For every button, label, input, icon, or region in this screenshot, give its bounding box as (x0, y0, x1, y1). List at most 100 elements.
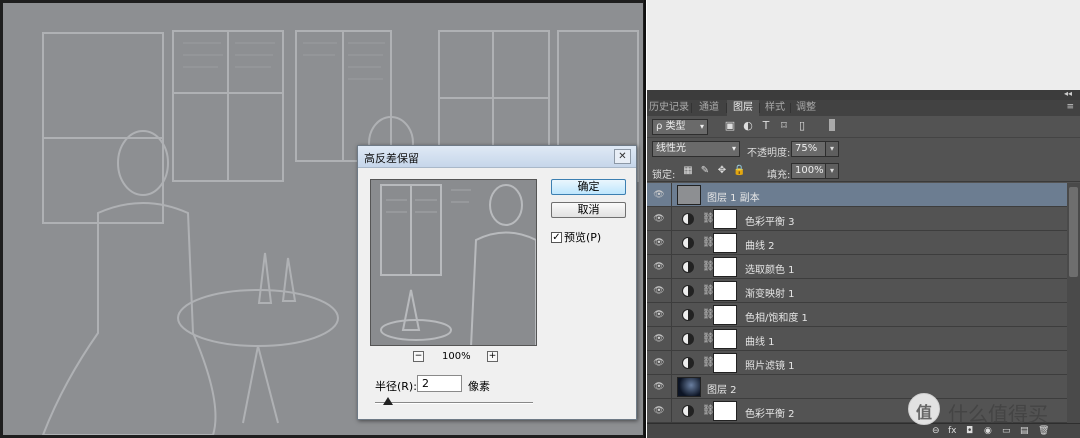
layer-row[interactable]: 👁 ⛓ 选取颜色 1 (647, 255, 1067, 279)
layer-mask-thumbnail[interactable] (713, 401, 737, 421)
visibility-eye-icon[interactable]: 👁 (653, 381, 665, 393)
adjustment-layer-icon (682, 357, 694, 369)
radius-slider-thumb[interactable] (382, 397, 393, 405)
layer-name: 图层 1 副本 (707, 193, 760, 204)
layer-mask-thumbnail[interactable] (713, 257, 737, 277)
watermark-logo-icon: 值 (908, 393, 940, 425)
zoom-in-button[interactable]: + (487, 351, 498, 362)
type-filter-icon[interactable]: T (759, 119, 773, 133)
layer-row[interactable]: 👁 ⛓ 色相/饱和度 1 (647, 303, 1067, 327)
panel-menu-icon[interactable]: ≡ (1066, 102, 1074, 112)
lock-all-icon[interactable]: 🔒 (733, 165, 745, 177)
pixel-filter-icon[interactable]: ▣ (723, 119, 737, 133)
cancel-button[interactable]: 取消 (551, 202, 626, 218)
radius-unit: 像素 (468, 380, 490, 393)
close-icon[interactable]: ✕ (614, 149, 631, 164)
layer-row[interactable]: 👁 ⛓ 照片滤镜 1 (647, 351, 1067, 375)
fill-slider-icon[interactable]: ▾ (825, 163, 839, 179)
chevron-down-icon: ▾ (699, 122, 704, 131)
zoom-out-button[interactable]: − (413, 351, 424, 362)
layer-thumbnail (677, 377, 701, 397)
tab-channels[interactable]: 通道 (692, 100, 726, 116)
add-mask-icon[interactable]: ◘ (966, 426, 973, 436)
chevron-down-icon: ▾ (731, 144, 736, 153)
layer-mask-thumbnail[interactable] (713, 281, 737, 301)
preview-edges (380, 184, 536, 345)
blend-mode-select[interactable]: 线性光 ▾ (652, 141, 740, 157)
dialog-titlebar[interactable]: 高反差保留 ✕ (358, 146, 636, 168)
filter-preview[interactable] (370, 179, 537, 346)
layer-name: 色相/饱和度 1 (745, 313, 808, 324)
checkbox-check-icon[interactable]: ✓ (551, 231, 562, 243)
filter-kind-label: ρ 类型 (656, 121, 686, 132)
layer-row[interactable]: 👁 ⛓ 色彩平衡 3 (647, 207, 1067, 231)
new-group-icon[interactable]: ▭ (1002, 426, 1011, 436)
trash-icon[interactable]: 🗑 (1038, 426, 1049, 436)
adjustment-layer-icon (682, 261, 694, 273)
tab-history[interactable]: 历史记录 (647, 100, 691, 116)
lock-position-icon[interactable]: ✥ (716, 165, 728, 177)
panel-tabs: 历史记录 通道 图层 样式 调整 ≡ (647, 100, 1080, 116)
panel-dock: ◂◂ 历史记录 通道 图层 样式 调整 ≡ ρ 类型 ▾ ▣ ◐ T ⌑ ▯ 线… (647, 89, 1080, 438)
tab-layers[interactable]: 图层 (727, 100, 759, 116)
visibility-eye-icon[interactable]: 👁 (653, 213, 665, 225)
layer-name: 选取颜色 1 (745, 265, 795, 276)
filter-toggle-icon[interactable] (829, 119, 835, 131)
visibility-eye-icon[interactable]: 👁 (653, 333, 665, 345)
lock-transparent-icon[interactable]: ▦ (682, 165, 694, 177)
visibility-eye-icon[interactable]: 👁 (653, 189, 665, 201)
adjustment-filter-icon[interactable]: ◐ (741, 119, 755, 133)
tab-adjustments[interactable]: 调整 (791, 100, 821, 116)
layer-mask-thumbnail[interactable] (713, 233, 737, 253)
preview-checkbox-label: 预览(P) (564, 231, 602, 244)
layer-row[interactable]: 👁 ⛓ 渐变映射 1 (647, 279, 1067, 303)
lock-image-icon[interactable]: ✎ (699, 165, 711, 177)
visibility-eye-icon[interactable]: 👁 (653, 405, 665, 417)
layer-name: 曲线 2 (745, 241, 775, 252)
scrollbar-thumb[interactable] (1069, 187, 1078, 277)
adjustment-layer-icon (682, 405, 694, 417)
layer-row[interactable]: 👁 ⛓ 曲线 2 (647, 231, 1067, 255)
tab-styles[interactable]: 样式 (760, 100, 790, 116)
opacity-slider-icon[interactable]: ▾ (825, 141, 839, 157)
visibility-eye-icon[interactable]: 👁 (653, 357, 665, 369)
link-layers-icon[interactable]: ⊖ (932, 426, 940, 436)
layer-list-scrollbar[interactable] (1067, 183, 1080, 423)
layer-row[interactable]: 👁 ⛓ 曲线 1 (647, 327, 1067, 351)
opacity-label: 不透明度: (747, 148, 791, 159)
lock-row: 锁定: ▦ ✎ ✥ 🔒 填充: 100% ▾ (647, 160, 1080, 182)
blend-mode-value: 线性光 (656, 143, 686, 154)
layer-row[interactable]: 👁 图层 1 副本 (647, 183, 1067, 207)
radius-label: 半径(R): (375, 380, 417, 393)
visibility-eye-icon[interactable]: 👁 (653, 261, 665, 273)
layer-name: 图层 2 (707, 385, 737, 396)
radius-input[interactable]: 2 (417, 375, 462, 392)
layer-name: 色彩平衡 2 (745, 409, 795, 420)
new-adjustment-icon[interactable]: ◉ (984, 426, 992, 436)
layer-name: 照片滤镜 1 (745, 361, 795, 372)
collapse-icon[interactable]: ◂◂ (1064, 89, 1072, 98)
visibility-eye-icon[interactable]: 👁 (653, 285, 665, 297)
layer-mask-thumbnail[interactable] (713, 305, 737, 325)
layer-list: 👁 图层 1 副本 👁 ⛓ 色彩平衡 3 👁 ⛓ 曲线 2 👁 ⛓ 选取颜色 1… (647, 183, 1067, 423)
layer-mask-thumbnail[interactable] (713, 329, 737, 349)
layer-name: 曲线 1 (745, 337, 775, 348)
radius-slider[interactable] (375, 402, 533, 404)
layer-row[interactable]: 👁 图层 2 (647, 375, 1067, 399)
shape-filter-icon[interactable]: ⌑ (777, 119, 791, 133)
zoom-controls: − 100% + (413, 351, 498, 363)
filter-kind-select[interactable]: ρ 类型 ▾ (652, 119, 708, 135)
dialog-title: 高反差保留 (364, 152, 419, 165)
new-layer-icon[interactable]: ▤ (1020, 426, 1029, 436)
visibility-eye-icon[interactable]: 👁 (653, 237, 665, 249)
adjustment-layer-icon (682, 213, 694, 225)
ok-button[interactable]: 确定 (551, 179, 626, 195)
fx-icon[interactable]: fx (948, 426, 957, 436)
watermark-text: 什么值得买 (948, 402, 1048, 426)
layer-mask-thumbnail[interactable] (713, 353, 737, 373)
preview-checkbox[interactable]: ✓ 预览(P) (551, 229, 602, 244)
layer-mask-thumbnail[interactable] (713, 209, 737, 229)
smart-object-filter-icon[interactable]: ▯ (795, 119, 809, 133)
fill-label: 填充: (767, 170, 791, 181)
visibility-eye-icon[interactable]: 👁 (653, 309, 665, 321)
